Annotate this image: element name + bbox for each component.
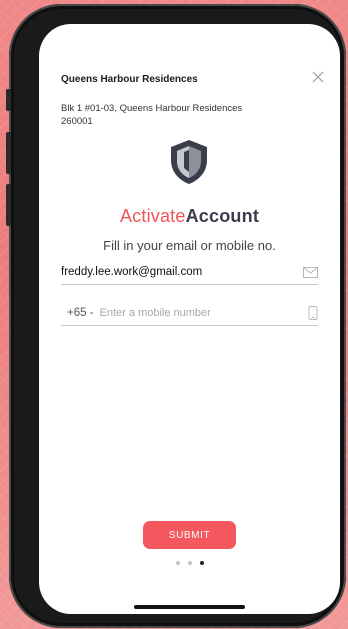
mobile-input[interactable]: Enter a mobile number <box>100 307 300 319</box>
phone-frame: Queens Harbour Residences Blk 1 #01-03, … <box>6 4 346 628</box>
email-field[interactable]: freddy.lee.work@gmail.com <box>61 260 318 285</box>
country-code-prefix[interactable]: +65 - <box>67 307 94 319</box>
envelope-icon <box>300 266 318 278</box>
page-heading: ActivateAccount <box>39 206 340 227</box>
mobile-field[interactable]: +65 - Enter a mobile number <box>61 301 318 326</box>
home-indicator[interactable] <box>134 605 245 609</box>
page-dot[interactable] <box>175 561 180 565</box>
mute-switch <box>6 89 11 111</box>
page-dot-active[interactable] <box>199 561 204 565</box>
submit-button[interactable]: SUBMIT <box>143 521 236 549</box>
address-text: Blk 1 #01-03, Queens Harbour Residences … <box>61 103 243 127</box>
shield-icon <box>167 138 211 191</box>
page-dot[interactable] <box>187 561 192 565</box>
volume-down-button <box>6 184 11 226</box>
close-icon[interactable] <box>309 68 327 86</box>
heading-account: Account <box>185 206 260 226</box>
mobile-phone-icon <box>300 306 318 320</box>
subtitle: Fill in your email or mobile no. <box>103 238 276 253</box>
phone-screen: Queens Harbour Residences Blk 1 #01-03, … <box>39 24 340 614</box>
heading-activate: Activate <box>119 206 186 226</box>
volume-up-button <box>6 132 11 174</box>
email-input[interactable]: freddy.lee.work@gmail.com <box>61 266 300 278</box>
pagination-dots <box>39 561 340 565</box>
modal-title: Queens Harbour Residences <box>61 74 198 85</box>
